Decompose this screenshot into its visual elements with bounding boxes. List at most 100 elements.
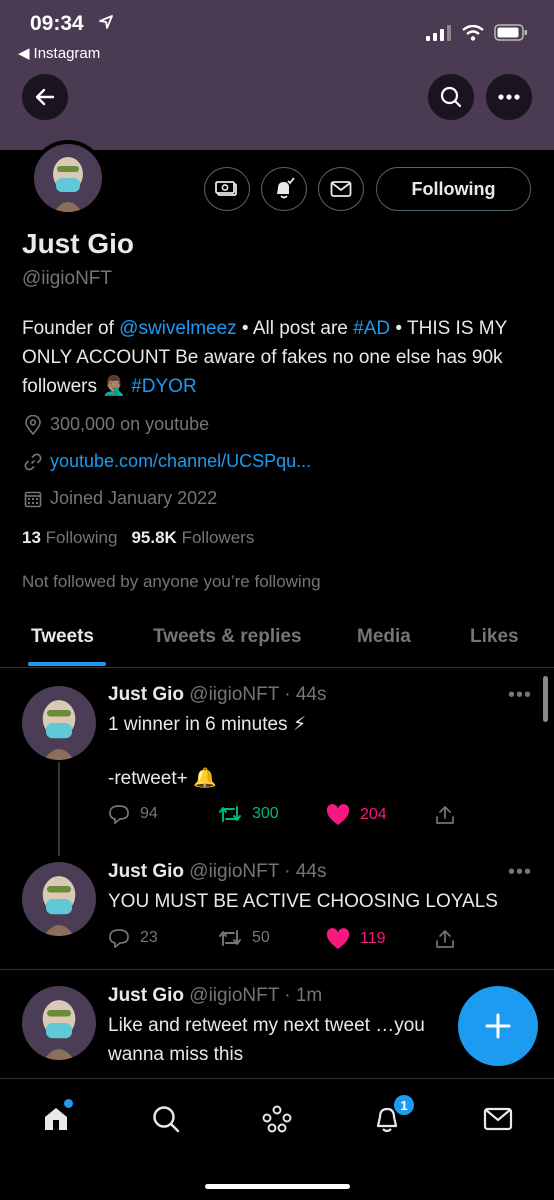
tweet-author-name[interactable]: Just Gio bbox=[108, 684, 184, 705]
nav-search[interactable] bbox=[146, 1099, 186, 1139]
back-to-app-link[interactable]: ◀ Instagram bbox=[18, 44, 101, 63]
heart-filled-icon bbox=[326, 804, 350, 825]
more-options-button[interactable] bbox=[486, 74, 532, 120]
following-button[interactable]: Following bbox=[376, 167, 531, 211]
bio-hashtag-ad[interactable]: #AD bbox=[353, 318, 390, 339]
profile-name: Just Gio bbox=[22, 228, 135, 259]
nav-spaces[interactable] bbox=[257, 1099, 297, 1139]
back-button[interactable] bbox=[22, 74, 68, 120]
search-icon bbox=[440, 86, 462, 108]
like-count: 119 bbox=[360, 930, 386, 947]
tweet-text: 1 winner in 6 minutes ⚡ bbox=[108, 714, 307, 735]
like-action[interactable]: 204 bbox=[326, 804, 387, 826]
profile-tabs: Tweets Tweets & replies Media Likes bbox=[0, 612, 554, 668]
status-time: 09:34 bbox=[30, 12, 84, 35]
retweet-icon bbox=[219, 806, 241, 822]
spaces-icon bbox=[262, 1105, 292, 1133]
status-indicators bbox=[426, 24, 528, 41]
bio-mention-link[interactable]: @swivelmeez bbox=[119, 318, 236, 339]
location-arrow-icon bbox=[99, 15, 113, 29]
tweet-avatar[interactable] bbox=[22, 686, 96, 760]
tweet-meta: @iigioNFT · 44s bbox=[189, 861, 327, 882]
share-action[interactable] bbox=[434, 928, 456, 950]
search-button[interactable] bbox=[428, 74, 474, 120]
profile-website[interactable]: youtube.com/channel/UCSPqu... bbox=[24, 451, 311, 472]
location-pin-icon bbox=[25, 414, 41, 435]
tweet-header: Just Gio @iigioNFT · 44s bbox=[108, 861, 327, 883]
retweet-action[interactable]: 50 bbox=[218, 928, 270, 948]
followers-label: Followers bbox=[181, 528, 255, 547]
tweet-more-icon[interactable]: ••• bbox=[508, 684, 532, 707]
tweet-text: -retweet+ 🔔 bbox=[108, 768, 217, 789]
tweet-header: Just Gio @iigioNFT · 1m bbox=[108, 985, 322, 1007]
following-count: 13 bbox=[22, 528, 41, 547]
profile-joined: Joined January 2022 bbox=[24, 488, 217, 509]
compose-tweet-button[interactable] bbox=[458, 986, 538, 1066]
location-text: 300,000 on youtube bbox=[50, 414, 210, 434]
tweet-text: wanna miss this bbox=[108, 1044, 244, 1065]
wifi-icon bbox=[462, 24, 484, 41]
tip-button[interactable] bbox=[204, 167, 250, 211]
money-icon bbox=[215, 181, 237, 196]
tweet-author-name[interactable]: Just Gio bbox=[108, 985, 184, 1006]
envelope-icon bbox=[483, 1107, 513, 1131]
message-button[interactable] bbox=[318, 167, 364, 211]
profile-avatar[interactable] bbox=[30, 140, 106, 216]
back-triangle-icon: ◀ bbox=[18, 45, 30, 62]
share-action[interactable] bbox=[434, 804, 456, 826]
bio-hashtag-dyor[interactable]: #DYOR bbox=[131, 376, 196, 397]
heart-filled-icon bbox=[326, 928, 350, 949]
reply-action[interactable]: 23 bbox=[108, 928, 158, 948]
website-link[interactable]: youtube.com/channel/UCSPqu... bbox=[50, 451, 311, 472]
tab-media[interactable]: Media bbox=[357, 626, 411, 648]
tweet-avatar[interactable] bbox=[22, 862, 96, 936]
nav-messages[interactable] bbox=[478, 1099, 518, 1139]
tweet-author-name[interactable]: Just Gio bbox=[108, 861, 184, 882]
bell-check-icon bbox=[277, 177, 295, 199]
reply-icon bbox=[109, 929, 129, 948]
arrow-left-icon bbox=[35, 88, 55, 106]
tweet-meta: @iigioNFT · 44s bbox=[189, 684, 327, 705]
home-unread-dot bbox=[64, 1099, 73, 1108]
signal-icon bbox=[426, 24, 451, 41]
following-stat[interactable]: 13 Following bbox=[22, 528, 117, 548]
scrollbar[interactable] bbox=[543, 676, 548, 722]
mutual-followers-note: Not followed by anyone you’re following bbox=[22, 572, 321, 591]
tweet-divider bbox=[0, 969, 554, 970]
tab-tweets[interactable]: Tweets bbox=[31, 626, 94, 648]
search-icon bbox=[153, 1106, 180, 1133]
tweet-text: YOU MUST BE ACTIVE CHOOSING LOYALS bbox=[108, 891, 498, 912]
plus-icon bbox=[485, 1013, 511, 1039]
tweet-meta: @iigioNFT · 1m bbox=[189, 985, 323, 1006]
retweet-action[interactable]: 300 bbox=[218, 804, 279, 824]
reply-icon bbox=[109, 805, 129, 824]
battery-icon bbox=[494, 24, 527, 41]
tweet-avatar[interactable] bbox=[22, 986, 96, 1060]
reply-count: 23 bbox=[140, 929, 158, 946]
home-indicator[interactable] bbox=[205, 1184, 350, 1189]
link-icon bbox=[24, 453, 42, 470]
notifications-toggle-button[interactable] bbox=[261, 167, 307, 211]
more-horizontal-icon bbox=[498, 94, 520, 100]
calendar-icon bbox=[24, 491, 42, 507]
tweet-header: Just Gio @iigioNFT · 44s bbox=[108, 684, 327, 706]
bio-emoji: 🤦🏽‍♂️ bbox=[102, 376, 126, 397]
followers-count: 95.8K bbox=[131, 528, 177, 547]
tweet-more-icon[interactable]: ••• bbox=[508, 861, 532, 884]
envelope-icon bbox=[330, 181, 352, 197]
tweet-text: Like and retweet my next tweet …you bbox=[108, 1015, 425, 1036]
profile-location: 300,000 on youtube bbox=[24, 414, 209, 435]
tab-likes[interactable]: Likes bbox=[470, 626, 519, 648]
retweet-icon bbox=[219, 930, 241, 946]
profile-bio: Founder of @swivelmeez • All post are #A… bbox=[22, 314, 534, 401]
tab-tweets-and-replies[interactable]: Tweets & replies bbox=[153, 626, 302, 648]
notifications-badge: 1 bbox=[392, 1093, 416, 1117]
like-action[interactable]: 119 bbox=[326, 928, 386, 950]
following-label: Following bbox=[45, 528, 118, 547]
reply-action[interactable]: 94 bbox=[108, 804, 158, 824]
back-app-label: Instagram bbox=[33, 44, 101, 62]
followers-stat[interactable]: 95.8K Followers bbox=[131, 528, 254, 548]
bio-text: Founder of bbox=[22, 318, 120, 339]
ape-avatar-image bbox=[34, 144, 102, 212]
profile-handle: @iigioNFT bbox=[22, 268, 113, 289]
